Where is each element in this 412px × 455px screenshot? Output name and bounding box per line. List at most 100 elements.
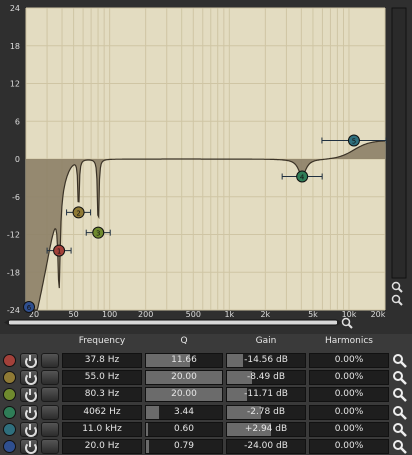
gain-field[interactable]: -14.56 dB [226, 353, 306, 368]
zoom-vertical-out-icon[interactable] [391, 294, 401, 304]
harmonics-value: 0.00% [334, 423, 364, 434]
harmonics-field[interactable]: 0.00% [309, 439, 389, 454]
gain-value: -2.78 dB [246, 406, 286, 417]
zoom-icon[interactable] [392, 422, 408, 437]
frequency-field[interactable]: 11.0 kHz [62, 421, 142, 437]
frequency-value: 55.0 Hz [84, 372, 120, 383]
zoom-vertical-out-icon-handle [397, 300, 403, 306]
q-value: 20.00 [171, 389, 197, 400]
q-fill [146, 405, 159, 419]
zoom-icon[interactable] [392, 439, 408, 454]
zoom-vertical-in-icon[interactable] [391, 281, 401, 291]
x-tick-label: 1k [224, 310, 234, 319]
y-tick-label: -18 [7, 268, 20, 277]
filter-type-button[interactable] [41, 439, 59, 454]
frequency-value: 20.0 Hz [84, 441, 120, 451]
eq-graph[interactable]: 24181260-6-12-18-24 20 50 100 200 500 1k 2k 5k 10… [0, 0, 412, 334]
harmonics-field[interactable]: 0.00% [309, 421, 389, 437]
scroll-right-arrow-icon[interactable] [337, 319, 342, 326]
harmonics-field[interactable]: 0.00% [309, 370, 389, 386]
x-tick-label: 10k [342, 310, 357, 319]
filter-type-button[interactable] [41, 387, 59, 403]
frequency-field[interactable]: 55.0 Hz [62, 370, 142, 386]
gain-value: +2.94 dB [244, 423, 288, 434]
band-row: 4 4062 Hz 3.44 -2.78 dB 0.00% [0, 404, 412, 421]
band-row: 2 55.0 Hz 20.00 -8.49 dB 0.00% [0, 369, 412, 386]
band-handle-label: 1 [57, 248, 61, 256]
harmonics-value: 0.00% [334, 406, 364, 417]
zoom-icon[interactable] [392, 405, 408, 420]
power-toggle-icon[interactable] [20, 439, 38, 454]
band-handle-label: 5 [352, 138, 356, 146]
y-tick-label: 12 [10, 80, 20, 89]
gain-field[interactable]: -24.00 dB [226, 439, 306, 454]
gain-value: -14.56 dB [244, 355, 288, 365]
frequency-field[interactable]: 80.3 Hz [62, 387, 142, 403]
gain-field[interactable]: -2.78 dB [226, 404, 306, 420]
x-tick-label: 5k [308, 310, 318, 319]
filter-type-button[interactable] [41, 370, 59, 386]
q-field[interactable]: 0.79 [145, 439, 223, 454]
q-fill [146, 422, 149, 436]
band-row: 6 20.0 Hz 0.79 -24.00 dB 0.00% [0, 438, 412, 455]
scroll-left-arrow-icon[interactable] [4, 319, 9, 326]
q-field[interactable]: 3.44 [145, 404, 223, 420]
q-field[interactable]: 20.00 [145, 387, 223, 403]
x-tick-label: 100 [102, 310, 117, 319]
gain-field[interactable]: -11.71 dB [226, 387, 306, 403]
zoom-horizontal-icon-handle [347, 323, 353, 329]
q-field[interactable]: 0.60 [145, 421, 223, 437]
gain-field[interactable]: -8.49 dB [226, 370, 306, 386]
frequency-value: 80.3 Hz [84, 389, 120, 400]
q-field[interactable]: 11.66 [145, 353, 223, 368]
harmonics-field[interactable]: 0.00% [309, 404, 389, 420]
harmonics-value: 0.00% [334, 355, 364, 365]
filter-type-button[interactable] [41, 421, 59, 437]
x-tick-label: 50 [69, 310, 79, 319]
header-q: Q [180, 336, 188, 346]
header-gain: Gain [255, 336, 277, 346]
frequency-field[interactable]: 4062 Hz [62, 404, 142, 420]
harmonics-field[interactable]: 0.00% [309, 353, 389, 368]
band-number-badge: 3 [3, 388, 16, 402]
header-frequency: Frequency [78, 336, 126, 346]
vertical-scrollbar[interactable] [391, 7, 407, 279]
band-row: 3 80.3 Hz 20.00 -11.71 dB 0.00% [0, 386, 412, 403]
band-number-badge: 6 [3, 440, 16, 453]
y-tick-label: -6 [12, 193, 20, 202]
band-handle-label: 4 [300, 173, 305, 181]
zoom-icon[interactable] [392, 370, 408, 386]
eq-graph-panel: 24 18 12 6 0 -6 -12 -18 -24 20 50 100 200 500 1k 2k 5k 10… [0, 0, 412, 334]
power-toggle-icon[interactable] [20, 353, 38, 368]
power-toggle-icon[interactable] [20, 370, 38, 386]
y-tick-label: 0 [15, 155, 20, 164]
harmonics-field[interactable]: 0.00% [309, 387, 389, 403]
band-number-badge: 2 [3, 371, 16, 385]
y-tick-label: 6 [15, 117, 20, 126]
header-harmonics: Harmonics [325, 336, 373, 346]
power-toggle-icon[interactable] [20, 404, 38, 420]
band-row: 5 11.0 kHz 0.60 +2.94 dB 0.00% [0, 421, 412, 438]
filter-type-button[interactable] [41, 404, 59, 420]
q-value: 3.44 [173, 406, 195, 417]
filter-type-button[interactable] [41, 353, 59, 368]
frequency-field[interactable]: 20.0 Hz [62, 439, 142, 454]
q-fill [146, 440, 150, 453]
q-field[interactable]: 20.00 [145, 370, 223, 386]
zoom-icon[interactable] [392, 387, 408, 403]
y-tick-label: 24 [10, 4, 20, 13]
band-handle-label: 2 [76, 209, 80, 217]
harmonics-value: 0.00% [334, 441, 364, 451]
harmonics-value: 0.00% [334, 372, 364, 383]
q-value: 0.60 [173, 423, 195, 434]
y-tick-label: -12 [7, 231, 20, 240]
power-toggle-icon[interactable] [20, 387, 38, 403]
zoom-horizontal-icon[interactable] [341, 317, 351, 327]
horizontal-scrollbar[interactable] [7, 319, 339, 326]
zoom-icon[interactable] [392, 353, 408, 368]
power-toggle-icon[interactable] [20, 421, 38, 437]
frequency-field[interactable]: 37.8 Hz [62, 353, 142, 368]
band-number-badge: 4 [3, 405, 16, 419]
gain-field[interactable]: +2.94 dB [226, 421, 306, 437]
band-number-badge: 5 [3, 422, 16, 436]
